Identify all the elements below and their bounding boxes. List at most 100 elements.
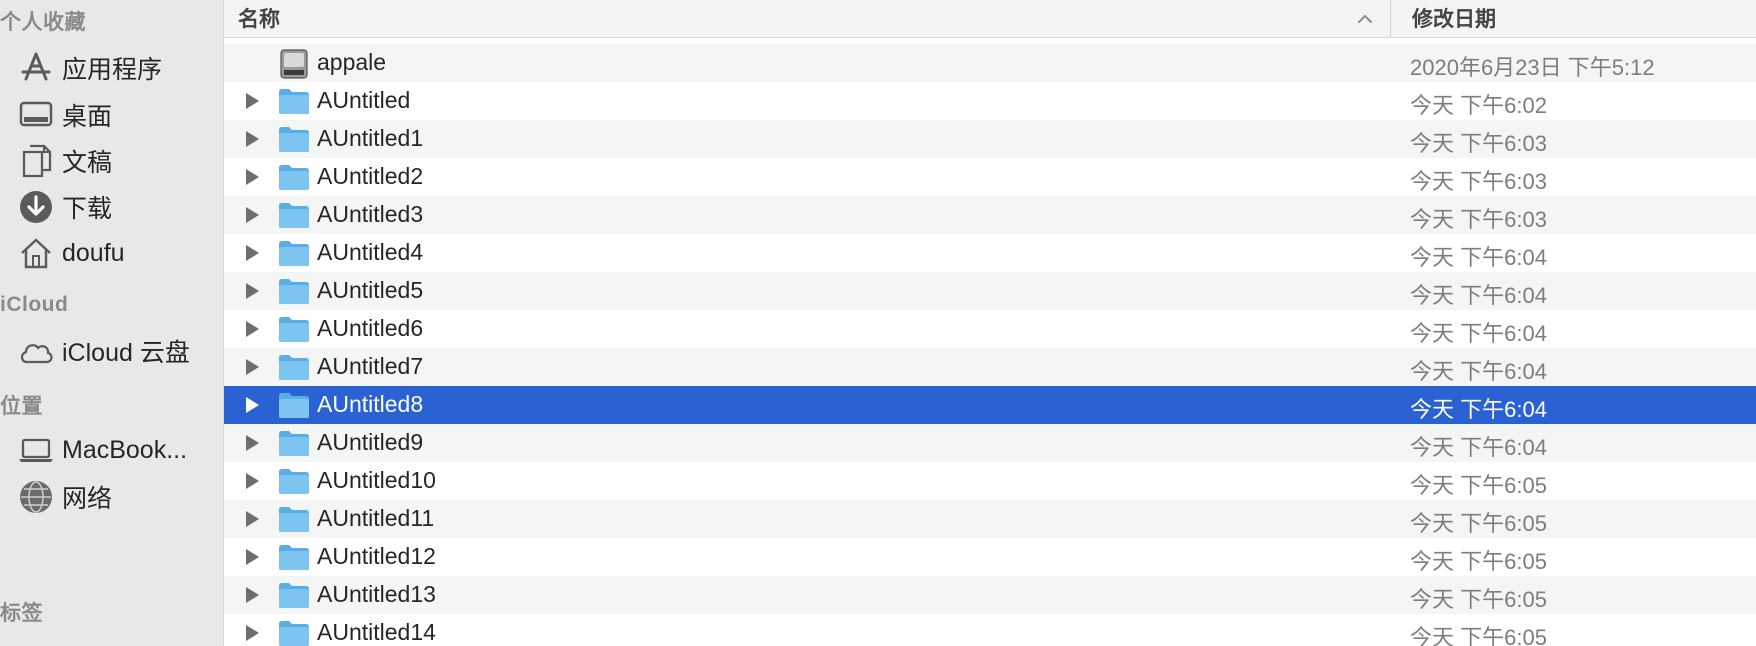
file-list-view: 名称 修改日期 appale 2020年6月23日 下午5:12 AUntitled… [224, 0, 1756, 646]
disclosure-triangle-icon[interactable] [246, 511, 259, 527]
table-row[interactable]: AUntitled9 今天 下午6:04 [224, 424, 1756, 462]
disclosure-triangle-icon[interactable] [246, 93, 259, 109]
sidebar-item-documents[interactable]: 文稿 [0, 136, 223, 186]
sidebar-item-network[interactable]: 网络 [0, 472, 223, 522]
table-row[interactable]: AUntitled 今天 下午6:02 [224, 82, 1756, 120]
table-row[interactable]: AUntitled7 今天 下午6:04 [224, 348, 1756, 386]
folder-icon [278, 581, 310, 609]
table-row[interactable]: AUntitled14 今天 下午6:05 [224, 614, 1756, 646]
folder-icon [278, 505, 310, 533]
column-header-name[interactable]: 名称 [238, 3, 280, 33]
disclosure-triangle-icon[interactable] [246, 245, 259, 261]
folder-icon [278, 467, 310, 495]
table-row[interactable]: AUntitled3 今天 下午6:03 [224, 196, 1756, 234]
downloads-icon [16, 187, 56, 227]
home-icon [16, 233, 56, 273]
file-name[interactable]: AUntitled [317, 87, 410, 114]
file-name[interactable]: AUntitled7 [317, 353, 423, 380]
disclosure-triangle-icon[interactable] [246, 587, 259, 603]
folder-icon [278, 277, 310, 305]
file-name[interactable]: AUntitled10 [317, 467, 436, 494]
modified-date: 今天 下午6:04 [1410, 245, 1547, 270]
modified-date: 今天 下午6:05 [1410, 511, 1547, 536]
file-rows: appale 2020年6月23日 下午5:12 AUntitled 今天 下午6:0… [224, 44, 1756, 646]
modified-date: 今天 下午6:04 [1410, 359, 1547, 384]
file-name[interactable]: AUntitled5 [317, 277, 423, 304]
folder-icon [278, 163, 310, 191]
file-name[interactable]: AUntitled9 [317, 429, 423, 456]
table-row[interactable]: AUntitled10 今天 下午6:05 [224, 462, 1756, 500]
disclosure-triangle-icon[interactable] [246, 435, 259, 451]
table-row[interactable]: AUntitled11 今天 下午6:05 [224, 500, 1756, 538]
sidebar-item-macbook[interactable]: MacBook... [0, 425, 223, 475]
disclosure-triangle-icon[interactable] [246, 549, 259, 565]
file-name[interactable]: AUntitled1 [317, 125, 423, 152]
folder-icon [278, 543, 310, 571]
sidebar-item-label: 应用程序 [62, 56, 163, 84]
table-row[interactable]: AUntitled13 今天 下午6:05 [224, 576, 1756, 614]
column-header-bar: 名称 修改日期 [224, 0, 1756, 38]
network-globe-icon [16, 477, 56, 517]
disclosure-triangle-icon[interactable] [246, 131, 259, 147]
file-name[interactable]: AUntitled6 [317, 315, 423, 342]
laptop-icon [16, 430, 56, 470]
file-name[interactable]: AUntitled4 [317, 239, 423, 266]
sidebar: 个人收藏 应用程序 桌面 文稿 下载 doufu iCloud iCloud 云… [0, 0, 224, 646]
sidebar-item-label: 网络 [62, 485, 113, 513]
sidebar-item-label: iCloud 云盘 [62, 339, 190, 367]
modified-date: 今天 下午6:03 [1410, 169, 1547, 194]
documents-icon [16, 141, 56, 181]
disclosure-triangle-icon[interactable] [246, 283, 259, 299]
folder-icon [278, 315, 310, 343]
disclosure-triangle-icon[interactable] [246, 321, 259, 337]
file-name[interactable]: AUntitled13 [317, 581, 436, 608]
file-name[interactable]: AUntitled14 [317, 619, 436, 646]
sidebar-item-applications[interactable]: 应用程序 [0, 43, 223, 93]
table-row[interactable]: appale 2020年6月23日 下午5:12 [224, 44, 1756, 82]
table-row[interactable]: AUntitled1 今天 下午6:03 [224, 120, 1756, 158]
column-divider[interactable] [1390, 0, 1391, 37]
sidebar-item-label: doufu [62, 238, 125, 267]
disk-image-icon [278, 49, 310, 79]
sidebar-item-home[interactable]: doufu [0, 228, 223, 278]
disclosure-triangle-icon[interactable] [246, 359, 259, 375]
disclosure-triangle-icon[interactable] [246, 397, 259, 413]
folder-icon [278, 201, 310, 229]
disclosure-triangle-icon[interactable] [246, 625, 259, 641]
favorites-header: 个人收藏 [0, 11, 86, 34]
table-row[interactable]: AUntitled12 今天 下午6:05 [224, 538, 1756, 576]
table-row[interactable]: AUntitled8 今天 下午6:04 [224, 386, 1756, 424]
table-row[interactable]: AUntitled5 今天 下午6:04 [224, 272, 1756, 310]
file-name[interactable]: AUntitled3 [317, 201, 423, 228]
file-name[interactable]: AUntitled12 [317, 543, 436, 570]
folder-icon [278, 87, 310, 115]
file-name[interactable]: AUntitled8 [317, 391, 423, 418]
sidebar-item-desktop[interactable]: 桌面 [0, 90, 223, 140]
folder-icon [278, 125, 310, 153]
table-row[interactable]: AUntitled6 今天 下午6:04 [224, 310, 1756, 348]
sidebar-item-label: 下载 [62, 195, 113, 223]
modified-date: 今天 下午6:05 [1410, 473, 1547, 498]
file-name[interactable]: AUntitled2 [317, 163, 423, 190]
disclosure-triangle-icon[interactable] [246, 169, 259, 185]
modified-date: 今天 下午6:04 [1410, 397, 1547, 422]
file-name[interactable]: AUntitled11 [317, 505, 434, 532]
modified-date: 今天 下午6:04 [1410, 283, 1547, 308]
cloud-icon [16, 331, 56, 371]
column-header-date[interactable]: 修改日期 [1412, 3, 1496, 33]
disclosure-triangle-icon[interactable] [246, 207, 259, 223]
sidebar-item-label: 文稿 [62, 149, 113, 177]
sidebar-item-icloud-drive[interactable]: iCloud 云盘 [0, 326, 223, 376]
table-row[interactable]: AUntitled4 今天 下午6:04 [224, 234, 1756, 272]
disclosure-triangle-icon[interactable] [246, 473, 259, 489]
file-name[interactable]: appale [317, 49, 386, 76]
chevron-up-icon[interactable] [1354, 8, 1376, 30]
tags-header: 标签 [0, 602, 43, 625]
sidebar-item-downloads[interactable]: 下载 [0, 182, 223, 232]
modified-date: 今天 下午6:05 [1410, 549, 1547, 574]
modified-date: 今天 下午6:05 [1410, 625, 1547, 646]
table-row[interactable]: AUntitled2 今天 下午6:03 [224, 158, 1756, 196]
folder-icon [278, 391, 310, 419]
modified-date: 今天 下午6:03 [1410, 131, 1547, 156]
modified-date: 2020年6月23日 下午5:12 [1410, 55, 1655, 80]
